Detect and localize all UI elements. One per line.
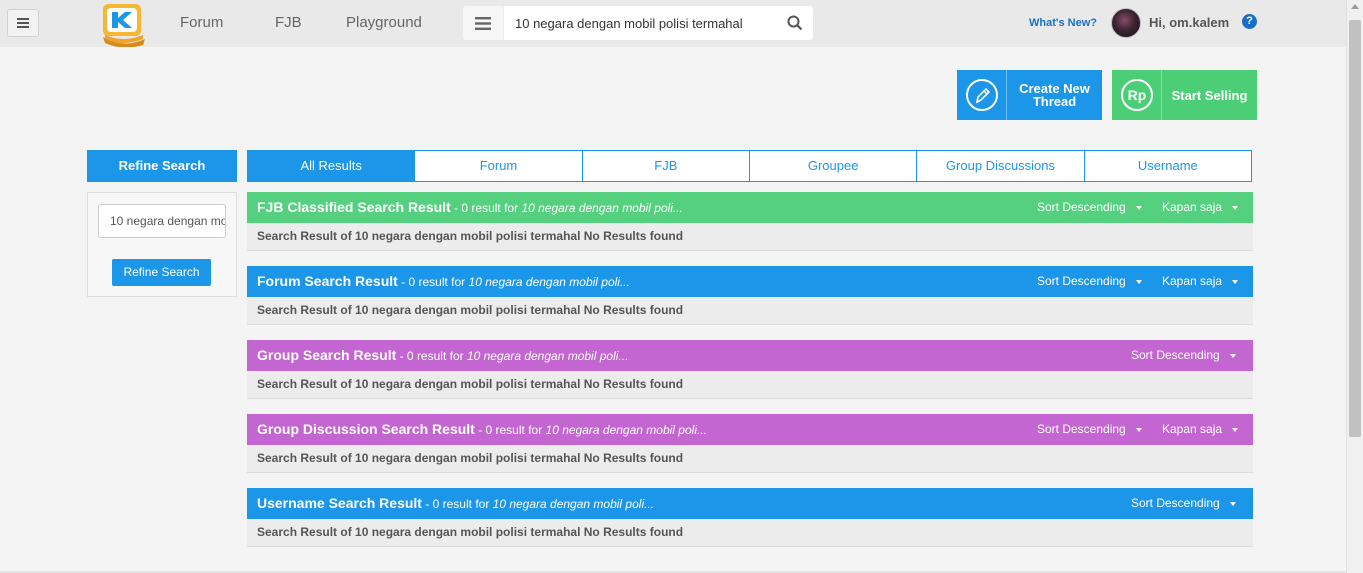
start-selling-button[interactable]: Rp Start Selling: [1112, 70, 1257, 120]
section-result-text: Search Result of 10 negara dengan mobil …: [247, 371, 1253, 399]
tab-fjb[interactable]: FJB: [582, 150, 750, 182]
whats-new-link[interactable]: What's New?: [1029, 17, 1097, 29]
nav-forum[interactable]: Forum: [180, 14, 223, 31]
section-query: 10 negara dengan mobil poli...: [521, 201, 683, 215]
search-input[interactable]: [509, 6, 769, 40]
refine-search-title: Refine Search: [87, 150, 237, 182]
caret-down-icon: [1232, 427, 1239, 432]
tab-all-results[interactable]: All Results: [247, 150, 416, 182]
section-header: FJB Classified Search Result - 0 result …: [247, 192, 1253, 223]
caret-down-icon: [1135, 205, 1142, 210]
tab-groupee[interactable]: Groupee: [749, 150, 918, 182]
section-query: 10 negara dengan mobil poli...: [466, 349, 629, 363]
time-dropdown[interactable]: Kapan saja: [1162, 414, 1239, 445]
group-section: Group Search Result - 0 result for 10 ne…: [247, 340, 1253, 399]
refine-search-button[interactable]: Refine Search: [112, 259, 211, 286]
question-icon[interactable]: ?: [1242, 14, 1257, 29]
search-icon[interactable]: [787, 15, 803, 31]
section-title: FJB Classified Search Result: [257, 199, 451, 215]
section-result-text: Search Result of 10 negara dengan mobil …: [247, 223, 1253, 251]
section-title: Group Search Result: [257, 347, 397, 363]
main-menu-button[interactable]: [7, 9, 39, 37]
section-result-text: Search Result of 10 negara dengan mobil …: [247, 519, 1253, 547]
section-result-text: Search Result of 10 negara dengan mobil …: [247, 445, 1253, 473]
fjb-classified-section: FJB Classified Search Result - 0 result …: [247, 192, 1253, 251]
kaskus-logo[interactable]: [99, 1, 147, 48]
pencil-icon: [965, 79, 998, 111]
sort-dropdown[interactable]: Sort Descending: [1131, 340, 1236, 371]
section-query: 10 negara dengan mobil poli...: [468, 275, 630, 289]
sort-dropdown[interactable]: Sort Descending: [1037, 414, 1142, 445]
section-count: - 0 result for: [450, 201, 522, 215]
page-scrollbar[interactable]: [1346, 0, 1363, 573]
tab-group-discussions[interactable]: Group Discussions: [917, 150, 1085, 182]
section-header: Username Search Result - 0 result for 10…: [247, 488, 1253, 519]
section-header: Group Discussion Search Result - 0 resul…: [247, 414, 1253, 445]
time-dropdown[interactable]: Kapan saja: [1162, 192, 1239, 223]
group-discussion-section: Group Discussion Search Result - 0 resul…: [247, 414, 1253, 473]
section-title: Forum Search Result: [257, 273, 398, 289]
section-title: Username Search Result: [257, 495, 422, 511]
nav-fjb[interactable]: FJB: [275, 14, 302, 31]
section-title: Group Discussion Search Result: [257, 421, 475, 437]
tab-forum[interactable]: Forum: [415, 150, 583, 182]
sort-dropdown[interactable]: Sort Descending: [1037, 192, 1142, 223]
rupiah-icon: Rp: [1120, 79, 1153, 111]
sort-dropdown[interactable]: Sort Descending: [1037, 266, 1142, 297]
refine-search-panel: Refine Search: [87, 192, 237, 297]
nav-playground[interactable]: Playground: [346, 14, 422, 31]
tab-username[interactable]: Username: [1084, 150, 1252, 182]
caret-down-icon: [1232, 205, 1239, 210]
scroll-thumb[interactable]: [1349, 20, 1361, 437]
create-thread-button[interactable]: Create New Thread: [957, 70, 1102, 120]
search-category-button[interactable]: [463, 6, 504, 40]
caret-down-icon: [1229, 353, 1236, 358]
user-greeting[interactable]: Hi, om.kalem: [1149, 15, 1229, 30]
time-dropdown[interactable]: Kapan saja: [1162, 266, 1239, 297]
caret-down-icon: [1135, 279, 1142, 284]
section-header: Forum Search Result - 0 result for 10 ne…: [247, 266, 1253, 297]
avatar[interactable]: [1111, 8, 1141, 38]
section-result-text: Search Result of 10 negara dengan mobil …: [247, 297, 1253, 325]
caret-down-icon: [1135, 427, 1142, 432]
create-thread-label: Create New Thread: [1019, 81, 1090, 109]
caret-down-icon: [1229, 501, 1236, 506]
hamburger-icon: [17, 18, 29, 28]
section-count: - 0 result for: [397, 275, 469, 289]
username-section: Username Search Result - 0 result for 10…: [247, 488, 1253, 547]
sort-dropdown[interactable]: Sort Descending: [1131, 488, 1236, 519]
section-header: Group Search Result - 0 result for 10 ne…: [247, 340, 1253, 371]
scroll-up-arrow-icon[interactable]: [1351, 4, 1359, 9]
section-count: - 0 result for: [396, 349, 467, 363]
refine-search-input[interactable]: [98, 204, 226, 238]
list-icon: [475, 16, 491, 30]
search-bar: [463, 6, 813, 40]
result-tabs: All Results Forum FJB Groupee Group Disc…: [247, 150, 1252, 182]
top-navbar: Forum FJB Playground What's New? Hi, om.…: [0, 0, 1346, 48]
section-count: - 0 result for: [421, 497, 493, 511]
section-query: 10 negara dengan mobil poli...: [545, 423, 707, 437]
section-query: 10 negara dengan mobil poli...: [492, 497, 655, 511]
start-selling-label: Start Selling: [1171, 87, 1248, 103]
caret-down-icon: [1232, 279, 1239, 284]
section-count: - 0 result for: [474, 423, 546, 437]
rupiah-symbol: Rp: [1127, 87, 1146, 103]
forum-section: Forum Search Result - 0 result for 10 ne…: [247, 266, 1253, 325]
